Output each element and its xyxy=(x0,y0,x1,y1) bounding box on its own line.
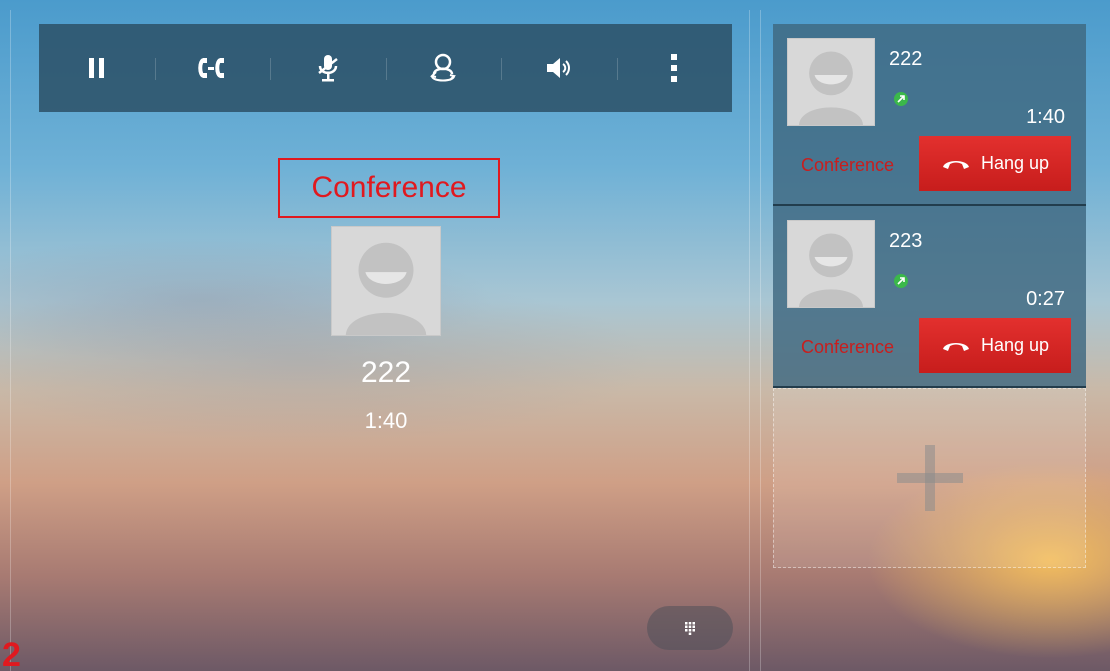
hold-button[interactable] xyxy=(39,24,155,112)
contact-avatar xyxy=(787,38,875,126)
hang-up-button[interactable]: Hang up xyxy=(919,136,1071,191)
hold-icon xyxy=(88,58,104,78)
conference-icon xyxy=(430,53,457,82)
outgoing-call-icon xyxy=(894,92,908,106)
call-list-panel: 222 1:40 Conference Hang up 223 0:27 Con… xyxy=(760,10,1107,671)
main-call-panel: Conference 222 1:40 xyxy=(10,10,750,671)
default-avatar-icon xyxy=(798,51,864,125)
call-card[interactable]: 222 1:40 Conference Hang up xyxy=(773,24,1086,206)
mute-button[interactable] xyxy=(270,24,386,112)
add-call-slot[interactable] xyxy=(773,388,1086,568)
page-indicator: 2 xyxy=(2,636,21,671)
plus-icon xyxy=(896,445,963,511)
hang-up-label: Hang up xyxy=(980,335,1050,355)
default-avatar-icon xyxy=(345,242,427,335)
call-duration: 1:40 xyxy=(364,408,408,433)
conference-button[interactable] xyxy=(385,24,502,112)
hang-up-icon xyxy=(942,342,969,351)
phone-screen: Conference 222 1:40 2 222 1:40 Conferenc… xyxy=(0,0,1110,671)
conference-link[interactable]: Conference xyxy=(801,155,894,176)
default-avatar-icon xyxy=(798,233,864,307)
call-number: 223 xyxy=(889,230,923,252)
call-duration: 1:40 xyxy=(1026,106,1065,128)
more-icon xyxy=(671,54,678,82)
transfer-button[interactable] xyxy=(154,24,271,112)
contact-avatar xyxy=(787,220,875,308)
contact-avatar xyxy=(331,226,441,336)
call-card[interactable]: 223 0:27 Conference Hang up xyxy=(773,206,1086,388)
hang-up-label: Hang up xyxy=(980,153,1050,173)
dialpad-icon xyxy=(685,622,695,635)
mute-icon xyxy=(317,55,338,82)
hang-up-icon xyxy=(942,160,969,169)
more-button[interactable] xyxy=(616,24,733,112)
call-duration: 0:27 xyxy=(1026,288,1065,310)
contact-number: 222 xyxy=(360,356,412,389)
call-status-label: Conference xyxy=(278,158,500,218)
transfer-icon xyxy=(198,58,225,78)
call-number: 222 xyxy=(889,48,923,70)
conference-link[interactable]: Conference xyxy=(801,337,894,358)
hang-up-button[interactable]: Hang up xyxy=(919,318,1071,373)
volume-button[interactable] xyxy=(501,24,617,112)
call-toolbar xyxy=(39,24,732,112)
volume-icon xyxy=(546,58,570,78)
dialpad-button[interactable] xyxy=(647,606,733,650)
outgoing-call-icon xyxy=(894,274,908,288)
